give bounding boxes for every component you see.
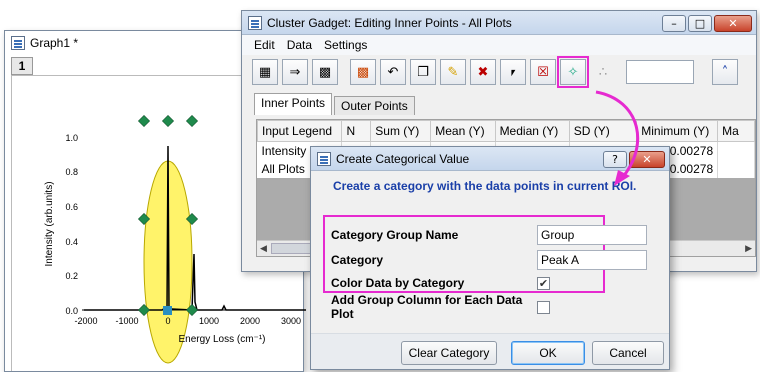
roi-handle-tc — [161, 114, 175, 128]
add-column-icon[interactable]: ⇒ — [282, 59, 308, 85]
y-tick-label: 0.8 — [65, 167, 78, 177]
y-tick-label: 0.0 — [65, 306, 78, 316]
clear-icon[interactable]: ☒ — [530, 59, 556, 85]
delete-points-icon[interactable]: ✖ — [470, 59, 496, 85]
y-tick-label: 0.4 — [65, 237, 78, 247]
add-group-row: Add Group Column for Each Data Plot — [331, 293, 649, 321]
create-category-icon[interactable]: ✧ — [557, 56, 589, 88]
undo-icon[interactable]: ↶ — [380, 59, 406, 85]
tab-inner-points[interactable]: Inner Points — [254, 93, 333, 115]
mask-points-icon[interactable]: ▩ — [350, 59, 376, 85]
group-name-label: Category Group Name — [331, 228, 459, 242]
dialog-title: Create Categorical Value — [336, 151, 470, 166]
cluster-title: Cluster Gadget: Editing Inner Points - A… — [267, 15, 512, 30]
graph-title: Graph1 * — [30, 36, 79, 50]
toolbar-input[interactable] — [626, 60, 694, 84]
x-axis-label: Energy Loss (cm⁻¹) — [179, 334, 266, 345]
roi-handle-tr — [185, 114, 199, 128]
col-sum[interactable]: Sum (Y) — [370, 120, 432, 142]
toolbar: ▦ ⇒ ▩ ▩ ↶ ❐ ✎ ✖ ⎖ ☒ ✧ ∴ ˄ — [242, 55, 756, 89]
x-tick-label: 3000 — [281, 316, 301, 326]
dialog-window-icon — [317, 151, 331, 166]
group-name-row: Category Group Name — [331, 223, 649, 247]
category-row: Category — [331, 248, 649, 272]
roi-center-handle — [163, 306, 172, 315]
add-group-column-label: Add Group Column for Each Data Plot — [331, 293, 523, 321]
col-median[interactable]: Median (Y) — [494, 120, 570, 142]
dialog-heading: Create a category with the data points i… — [333, 179, 637, 193]
table-header-row: Input Legend N Sum (Y) Mean (Y) Median (… — [257, 120, 755, 142]
dialog-button-bar: Clear Category OK Cancel — [311, 333, 669, 369]
ok-button[interactable]: OK — [511, 341, 585, 365]
x-tick-label: 1000 — [199, 316, 219, 326]
minimize-icon[interactable]: – — [662, 15, 686, 32]
color-row: Color Data by Category ✔ — [331, 271, 649, 295]
color-by-category-checkbox[interactable]: ✔ — [537, 276, 550, 290]
y-tick-label: 0.2 — [65, 271, 78, 281]
dialog-titlebar[interactable]: Create Categorical Value ? ✕ — [311, 147, 669, 171]
clear-category-button[interactable]: Clear Category — [401, 341, 497, 365]
scroll-right-icon[interactable]: ▶ — [745, 243, 752, 254]
y-axis-label: Intensity (arb.units) — [44, 181, 55, 266]
help-icon[interactable]: ? — [603, 151, 627, 168]
tab-strip: Inner Points Outer Points — [242, 93, 756, 115]
category-label: Category — [331, 253, 384, 267]
scatter-icon[interactable]: ∴ — [590, 59, 616, 85]
x-tick-label: -2000 — [74, 316, 97, 326]
tab-outer-points[interactable]: Outer Points — [334, 96, 415, 115]
scroll-left-icon[interactable]: ◀ — [260, 243, 267, 254]
maximize-icon[interactable]: □ — [688, 15, 712, 32]
category-input[interactable] — [537, 250, 647, 270]
roi-handle-tl — [137, 114, 151, 128]
col-sd[interactable]: SD (Y) — [568, 120, 638, 142]
cluster-titlebar[interactable]: Cluster Gadget: Editing Inner Points - A… — [242, 11, 756, 35]
col-n[interactable]: N — [341, 120, 372, 142]
brush-icon[interactable]: ✎ — [440, 59, 466, 85]
y-tick-label: 1.0 — [65, 133, 78, 143]
menu-edit[interactable]: Edit — [254, 38, 275, 52]
x-tick-label: 2000 — [240, 316, 260, 326]
add-group-column-checkbox[interactable] — [537, 300, 550, 314]
group-name-input[interactable] — [537, 225, 647, 245]
col-input-legend[interactable]: Input Legend — [257, 120, 343, 142]
copy-icon[interactable]: ❐ — [410, 59, 436, 85]
cluster-window-icon — [248, 15, 262, 30]
graph-window-icon — [11, 36, 25, 50]
menu-data[interactable]: Data — [287, 38, 312, 52]
menu-bar: Edit Data Settings — [242, 35, 756, 55]
menu-settings[interactable]: Settings — [324, 38, 367, 52]
calculator-icon[interactable]: ▩ — [312, 59, 338, 85]
layer-tab[interactable]: 1 — [11, 57, 33, 75]
collapse-icon[interactable]: ˄ — [712, 59, 738, 85]
dialog-close-icon[interactable]: ✕ — [629, 151, 665, 168]
worksheet-icon[interactable]: ▦ — [252, 59, 278, 85]
x-tick-label: -1000 — [115, 316, 138, 326]
create-categorical-dialog[interactable]: Create Categorical Value ? ✕ Create a ca… — [310, 146, 670, 370]
close-icon[interactable]: ✕ — [714, 15, 752, 32]
col-mean[interactable]: Mean (Y) — [430, 120, 496, 142]
col-minimum[interactable]: Minimum (Y) — [636, 120, 719, 142]
y-tick-label: 0.6 — [65, 202, 78, 212]
col-max[interactable]: Ma — [717, 120, 755, 142]
extract-icon[interactable]: ⎖ — [500, 59, 526, 85]
color-by-category-label: Color Data by Category — [331, 276, 465, 290]
x-tick-label: 0 — [165, 316, 170, 326]
cancel-button[interactable]: Cancel — [592, 341, 664, 365]
